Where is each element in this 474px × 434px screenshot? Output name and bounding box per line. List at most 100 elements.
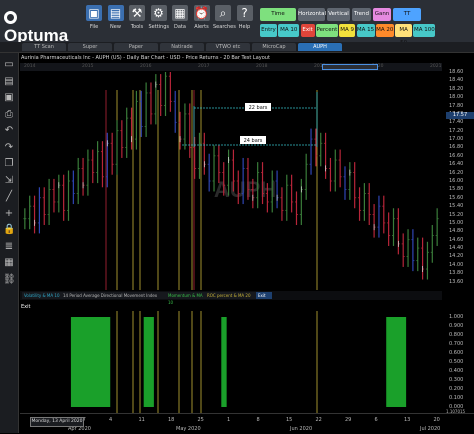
quick-tool-percent[interactable]: Percent xyxy=(315,24,338,37)
year-label[interactable]: 2017 xyxy=(198,63,209,71)
quick-tool-ma-100[interactable]: MA 100 xyxy=(413,24,436,37)
price-axis[interactable]: 18.6018.4018.2018.0017.8017.6017.4017.20… xyxy=(443,69,474,290)
date-axis[interactable]: 202741118251815222961320Apr 2020May 2020… xyxy=(20,413,474,434)
toolbar-button-label: Alerts xyxy=(194,24,209,30)
price-axis-tick: 17.20 xyxy=(449,127,464,134)
left-tool-rail: ▭ ▤ ▣ ⎙ ↶ ↷ ❐ ⇲ ╱ + 🔒 ≣ ▦ ⛓ xyxy=(0,53,19,433)
exit-signal-bar xyxy=(80,317,86,407)
indicator-axis-tick: 0.800 xyxy=(449,332,464,338)
link-icon[interactable]: ⛓ xyxy=(3,274,16,286)
exit-signal-bar xyxy=(85,317,91,407)
file-button[interactable]: ▣ File xyxy=(84,3,104,39)
time-measure-label-22: 22 bars xyxy=(249,105,268,111)
gear-icon: ⚙ xyxy=(150,5,167,21)
legend-item[interactable]: Volatility & MA 10 xyxy=(22,292,62,299)
alerts-button[interactable]: ⏰ Alerts xyxy=(192,3,212,39)
price-axis-tick: 14.00 xyxy=(449,261,464,268)
quick-tool-ma-9[interactable]: MA 9 xyxy=(339,24,356,37)
exit-signal-bar xyxy=(148,317,154,407)
price-axis-tick: 14.40 xyxy=(449,245,464,252)
legend-item[interactable]: 14 Period Average Directional Movement I… xyxy=(61,292,167,299)
year-label[interactable]: 2018 xyxy=(256,63,267,71)
date-axis-tick: 15 xyxy=(286,417,293,423)
date-axis-tick: 29 xyxy=(345,417,352,423)
exit-signal-bar xyxy=(391,317,397,407)
quick-tool-ma-10[interactable]: MA 10 xyxy=(278,24,300,37)
settings-button[interactable]: ⚙ Settings xyxy=(149,3,169,39)
grid-icon[interactable]: ▦ xyxy=(3,257,15,269)
price-axis-tick: 14.80 xyxy=(449,228,464,235)
data-button[interactable]: ▦ Data xyxy=(170,3,190,39)
legend-item[interactable]: Momentum & MA 10 xyxy=(166,292,206,305)
open-icon[interactable]: ▭ xyxy=(3,59,15,71)
year-range-selector[interactable] xyxy=(322,64,378,70)
price-axis-tick: 16.40 xyxy=(449,161,464,168)
year-label[interactable]: 2016 xyxy=(140,63,151,71)
date-axis-tick: 18 xyxy=(168,417,175,423)
price-axis-tick: 13.60 xyxy=(449,278,464,285)
main-toolbar: Optuma ▣ File ▤ New ⚒ Tools ⚙ Settings ▦ Data ⏰ Ale… xyxy=(0,0,474,46)
legend-item[interactable]: ROC percent & MA 20 xyxy=(205,292,257,299)
tab-vtwo-etc[interactable]: VTWO etc xyxy=(206,43,250,51)
quick-tool-ma-15[interactable]: MA 15 xyxy=(356,24,375,37)
year-label[interactable]: 2015 xyxy=(82,63,93,71)
add-icon[interactable]: + xyxy=(3,208,15,220)
exit-indicator-chart[interactable] xyxy=(20,311,442,413)
quick-tool-tt-showbar[interactable]: TT Showbar xyxy=(393,8,421,30)
tools-button[interactable]: ⚒ Tools xyxy=(127,3,147,39)
exit-signal-bar xyxy=(221,317,227,407)
date-axis-tick: 1 xyxy=(227,417,231,423)
tab-natirade[interactable]: Natirade xyxy=(160,43,204,51)
exit-signal-bar xyxy=(100,317,106,407)
undo-icon[interactable]: ↶ xyxy=(3,125,15,137)
quick-tool-vertical[interactable]: Vertical xyxy=(327,8,350,21)
export-icon[interactable]: ⇲ xyxy=(3,175,15,187)
quick-tool-ma-20[interactable]: MA 20 xyxy=(375,24,394,37)
year-overview-bar[interactable]: 20142015201620172018201920202021 xyxy=(20,63,442,71)
exit-signal-bar xyxy=(400,317,407,407)
toolbar-button-label: Tools xyxy=(130,24,144,30)
help-button[interactable]: ? Help xyxy=(235,3,255,39)
quick-tool-ma-50[interactable]: MA 50 xyxy=(395,24,413,46)
lock-icon[interactable]: 🔒 xyxy=(3,224,15,236)
quick-tool-trend[interactable]: Trend xyxy=(352,8,371,21)
redo-icon[interactable]: ↷ xyxy=(3,142,15,154)
exit-signal-bar xyxy=(395,317,402,407)
quick-tool-time-measure[interactable]: Time Measure xyxy=(260,8,296,30)
date-axis-month: May 2020 xyxy=(176,426,201,432)
tab-microcap[interactable]: MicroCap xyxy=(252,43,296,51)
date-axis-tick: 6 xyxy=(374,417,378,423)
price-axis-tick: 15.80 xyxy=(449,186,464,193)
tab-paper[interactable]: Paper xyxy=(114,43,158,51)
tab-auph[interactable]: AUPH xyxy=(298,43,342,51)
new-window-icon: ▤ xyxy=(107,5,124,21)
quick-tool-gann[interactable]: Gann xyxy=(373,8,391,21)
layers-icon[interactable]: ≣ xyxy=(3,241,15,253)
price-axis-tick: 14.20 xyxy=(449,253,464,260)
toolbar-button-label: Data xyxy=(174,24,186,30)
year-label[interactable]: 2021 xyxy=(430,63,441,71)
price-axis-tick: 16.80 xyxy=(449,144,464,151)
searches-button[interactable]: ⌕ Searches xyxy=(213,3,236,39)
new-button[interactable]: ▤ New xyxy=(106,3,126,39)
indicator-axis[interactable]: 1.000 0.900 0.800 0.700 0.600 0.500 0.400 0.300… xyxy=(443,311,474,413)
save-icon[interactable]: ▣ xyxy=(3,92,15,104)
copy-icon[interactable]: ❐ xyxy=(3,158,15,170)
year-label[interactable]: 2014 xyxy=(24,63,35,71)
price-axis-tick: 18.00 xyxy=(449,94,464,101)
indicator-axis-tick: 0.200 xyxy=(449,386,464,392)
price-chart[interactable]: AUPH22 bars24 bars xyxy=(20,72,442,290)
folder-icon: ▣ xyxy=(86,5,102,21)
price-axis-tick: 13.80 xyxy=(449,270,464,277)
legend-item[interactable]: Exit xyxy=(256,292,272,299)
tab-tt-scan[interactable]: TT Scan xyxy=(22,43,66,51)
toolbar-button-label: Searches xyxy=(213,24,236,30)
tab-super[interactable]: Super xyxy=(68,43,112,51)
print-icon[interactable]: ⎙ xyxy=(3,109,15,121)
draw-icon[interactable]: ╱ xyxy=(3,191,15,203)
quick-tool-entry[interactable]: Entry xyxy=(260,24,277,37)
price-axis-tick: 15.40 xyxy=(449,203,464,210)
quick-tool-exit[interactable]: Exit xyxy=(300,24,315,37)
quick-tool-horizontal[interactable]: Horizontal xyxy=(298,8,326,21)
chart-icon[interactable]: ▤ xyxy=(3,76,15,88)
